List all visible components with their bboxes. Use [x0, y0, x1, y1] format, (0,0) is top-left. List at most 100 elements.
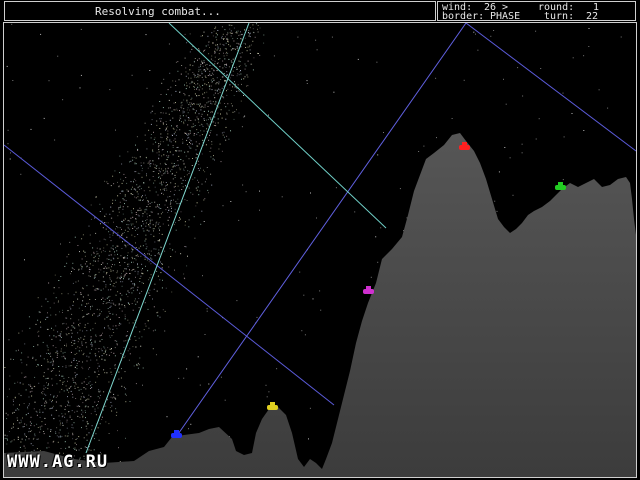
star: [503, 78, 504, 80]
debris-particle: [182, 142, 184, 144]
debris-particle: [203, 111, 205, 112]
debris-particle: [118, 186, 120, 188]
debris-particle: [96, 404, 98, 406]
debris-particle: [169, 138, 171, 140]
debris-particle: [168, 99, 170, 101]
debris-particle: [152, 176, 154, 177]
debris-particle: [85, 417, 86, 419]
debris-particle: [125, 340, 127, 342]
debris-particle: [55, 314, 57, 316]
debris-particle: [237, 42, 239, 44]
debris-particle: [119, 322, 120, 324]
star: [142, 220, 144, 222]
debris-particle: [53, 395, 55, 397]
debris-particle: [226, 74, 227, 76]
debris-particle: [127, 226, 129, 228]
debris-particle: [190, 77, 192, 79]
debris-particle: [120, 298, 122, 300]
debris-particle: [74, 366, 76, 368]
debris-particle: [14, 396, 16, 398]
debris-particle: [230, 90, 232, 91]
debris-particle: [80, 388, 82, 390]
debris-particle: [189, 171, 190, 173]
debris-particle: [115, 228, 116, 230]
debris-particle: [137, 367, 139, 369]
tank-magenta[interactable]: [363, 286, 374, 294]
debris-particle: [217, 48, 219, 50]
debris-particle: [186, 144, 188, 145]
debris-particle: [115, 304, 117, 306]
debris-particle: [12, 412, 14, 414]
debris-particle: [178, 167, 180, 169]
debris-particle: [215, 102, 217, 104]
debris-particle: [244, 63, 246, 65]
debris-particle: [188, 119, 190, 121]
debris-particle: [42, 341, 44, 343]
star: [170, 86, 172, 88]
debris-particle: [75, 383, 77, 385]
debris-particle: [157, 315, 159, 317]
debris-particle: [81, 268, 83, 270]
debris-particle: [96, 376, 98, 378]
debris-particle: [150, 112, 152, 114]
star: [463, 79, 465, 81]
battlefield[interactable]: [3, 22, 637, 478]
debris-particle: [68, 402, 70, 404]
debris-particle: [152, 151, 154, 153]
debris-particle: [159, 208, 161, 209]
debris-particle: [131, 224, 132, 226]
debris-particle: [232, 70, 234, 72]
debris-particle: [203, 169, 204, 171]
debris-particle: [46, 382, 47, 384]
debris-particle: [132, 287, 134, 289]
debris-particle: [160, 177, 161, 179]
debris-particle: [165, 127, 167, 129]
star: [535, 30, 537, 32]
debris-particle: [167, 167, 169, 169]
debris-particle: [126, 257, 128, 259]
debris-particle: [179, 119, 180, 121]
debris-particle: [134, 226, 136, 228]
debris-particle: [85, 378, 87, 380]
star: [563, 136, 565, 138]
debris-particle: [151, 258, 153, 260]
debris-particle: [36, 438, 38, 440]
debris-particle: [61, 435, 63, 437]
debris-particle: [210, 79, 212, 81]
debris-particle: [41, 425, 43, 427]
debris-particle: [205, 76, 207, 78]
debris-particle: [162, 309, 164, 311]
debris-particle: [123, 173, 125, 175]
star: [202, 63, 204, 64]
debris-particle: [233, 67, 235, 68]
debris-particle: [125, 293, 127, 295]
debris-particle: [164, 172, 166, 174]
debris-particle: [52, 345, 54, 347]
debris-particle: [119, 261, 120, 263]
debris-particle: [34, 433, 36, 435]
debris-particle: [40, 355, 42, 357]
debris-particle: [167, 89, 169, 91]
debris-particle: [125, 245, 127, 247]
debris-particle: [244, 37, 246, 39]
debris-particle: [189, 64, 191, 66]
debris-particle: [24, 433, 26, 435]
debris-particle: [72, 438, 74, 440]
star: [477, 49, 479, 51]
debris-particle: [152, 348, 154, 350]
debris-particle: [244, 76, 246, 78]
debris-particle: [116, 344, 118, 346]
debris-particle: [194, 76, 196, 78]
debris-particle: [47, 384, 49, 386]
debris-particle: [158, 249, 160, 251]
tank-yellow[interactable]: [267, 402, 278, 410]
debris-particle: [144, 240, 146, 242]
debris-particle: [91, 384, 93, 385]
debris-particle: [132, 258, 134, 260]
debris-particle: [225, 66, 227, 68]
debris-particle: [110, 217, 112, 219]
debris-particle: [137, 214, 139, 216]
tank-green[interactable]: [555, 182, 566, 190]
debris-particle: [104, 318, 106, 320]
debris-particle: [211, 32, 213, 34]
